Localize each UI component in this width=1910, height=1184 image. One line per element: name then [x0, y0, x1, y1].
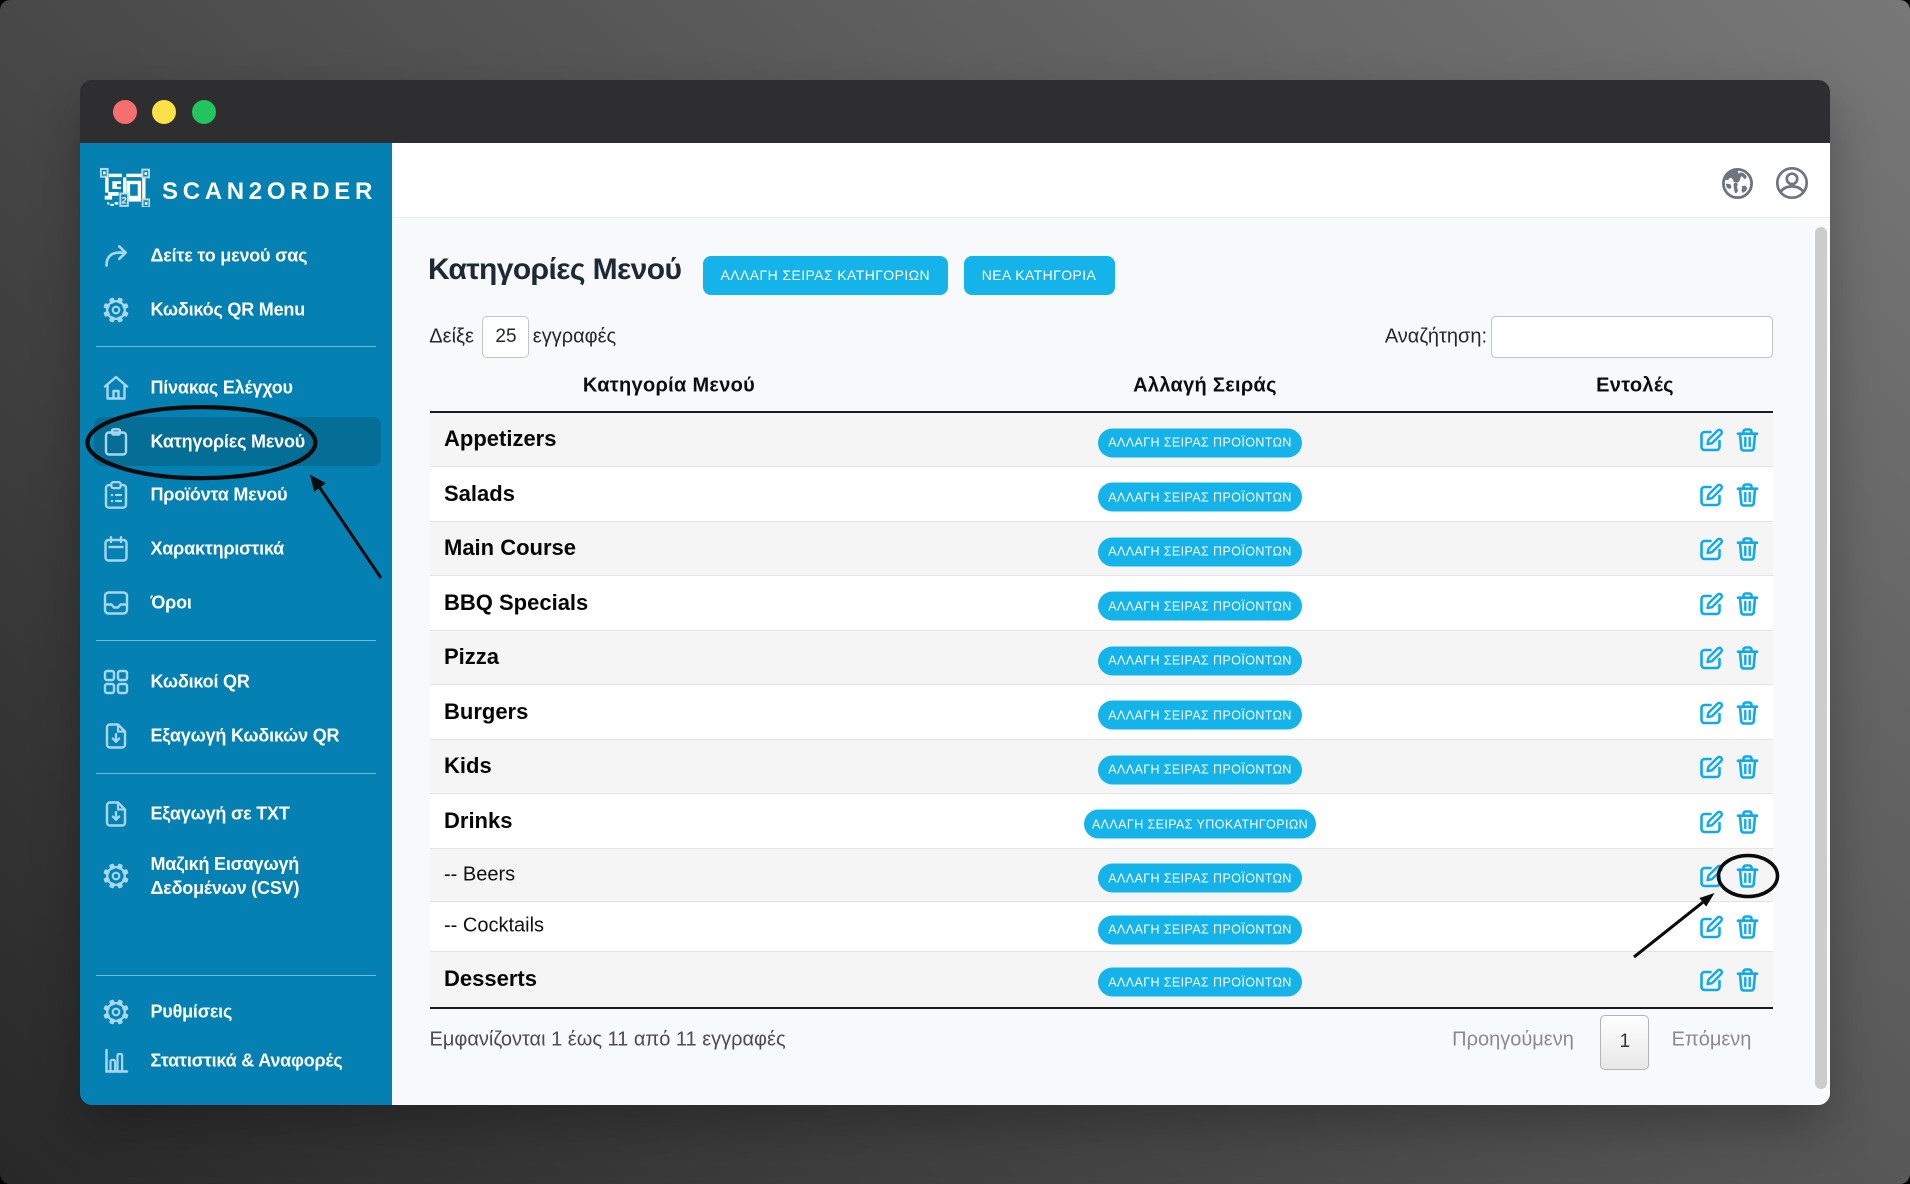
svg-text:2: 2 — [121, 195, 126, 206]
